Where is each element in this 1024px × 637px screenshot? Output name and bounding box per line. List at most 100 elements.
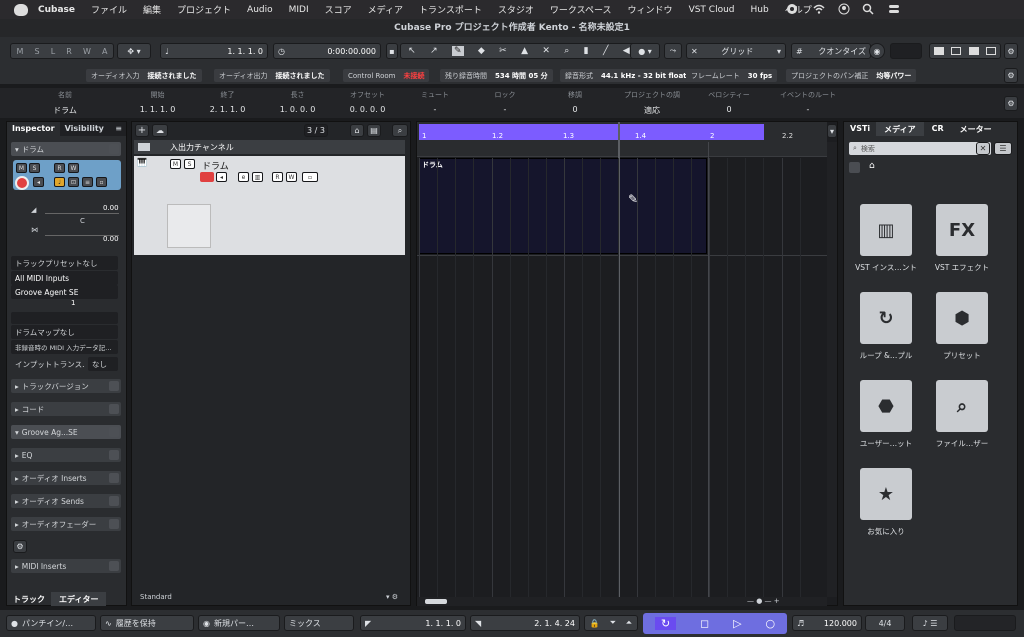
drum-event[interactable]: ドラム [419, 158, 707, 254]
control-center-icon[interactable] [888, 3, 900, 15]
track-search-icon[interactable]: ⌕ [392, 124, 408, 137]
play-tool-icon[interactable]: ◀ [623, 46, 630, 56]
tab-vsti[interactable]: VSTi [844, 122, 876, 136]
user-account-icon[interactable] [838, 3, 850, 15]
info-end[interactable]: 終了 2. 1. 1. 0 [195, 90, 260, 114]
info-settings-icon[interactable]: ⚙ [1004, 96, 1018, 111]
info-velocity[interactable]: ベロシティー 0 [698, 90, 760, 114]
tab-inspector[interactable]: Inspector [7, 122, 60, 136]
menu-audio[interactable]: Audio [247, 5, 273, 15]
clear-search-icon[interactable]: ✕ [976, 142, 990, 155]
horizontal-scrollbar[interactable]: — ● — + [417, 597, 827, 606]
menu-transport[interactable]: トランスポート [419, 3, 482, 16]
edit-instrument-icon[interactable] [109, 144, 119, 154]
range-select-icon[interactable]: ↗ [430, 46, 438, 56]
layout-left-icon[interactable] [933, 47, 944, 55]
zoom-tool-icon[interactable]: ⌕ [564, 46, 569, 56]
menu-score[interactable]: スコア [325, 3, 352, 16]
menu-hub[interactable]: Hub [751, 5, 769, 15]
add-track-using-preset-icon[interactable]: ☁ [152, 124, 168, 137]
track-visibility-icon[interactable]: ⌂ [350, 124, 364, 137]
marker-icon[interactable]: ⏶ [626, 618, 632, 628]
section-eq[interactable]: ▸ EQ [11, 448, 121, 462]
input-transform-dropdown[interactable]: なし [88, 357, 118, 371]
quantize-button[interactable]: # クオンタイズ [791, 43, 871, 59]
track-list-options-icon[interactable]: ▤ [367, 124, 381, 137]
status-record-format[interactable]: 録音形式 44.1 kHz - 32 bit float [560, 69, 692, 82]
track-instrument-button[interactable]: ▥ [252, 172, 263, 182]
grid-dropdown[interactable]: ✕ グリッド ▾ [686, 43, 786, 59]
menu-midi[interactable]: MIDI [289, 5, 309, 15]
info-lock[interactable]: ロック - [470, 90, 540, 114]
record-icon[interactable]: ○ [765, 617, 775, 630]
menu-app[interactable]: Cubase [38, 5, 75, 15]
section-audio-fader[interactable]: ▸ オーディオフェーダー [11, 517, 121, 531]
tab-meter[interactable]: メーター [952, 122, 1000, 136]
track-preset-field[interactable]: トラックプリセットなし [11, 256, 118, 270]
drum-track[interactable]: 🎹 M S ドラム ◂ e ▥ R W ▫ [134, 156, 405, 255]
more-button[interactable]: ▫ [96, 177, 107, 187]
add-track-button[interactable]: + [135, 124, 149, 137]
info-transpose[interactable]: 移調 0 [545, 90, 605, 114]
erase-tool-icon[interactable]: ◆ [478, 46, 485, 56]
media-search-input[interactable]: ⌕ 検索 [849, 142, 991, 155]
file-browser-tile[interactable]: ⌕ [936, 380, 988, 432]
section-chord[interactable]: ▸ コード [11, 402, 121, 416]
stop-icon[interactable]: ◻ [700, 617, 709, 630]
click-toggle-icon[interactable]: ♪ ☰ [912, 615, 948, 631]
auto-scroll-button[interactable]: ⤳ [664, 43, 682, 59]
presets-tile[interactable]: ⬢ [936, 292, 988, 344]
time-display[interactable]: ◷ 0:00:00.000 [273, 43, 381, 59]
section-track-versions[interactable]: ▸ トラックバージョン [11, 379, 121, 393]
split-tool-icon[interactable]: ✂ [499, 46, 507, 56]
track-edit-button[interactable]: e [238, 172, 249, 182]
solo-button[interactable]: S [29, 163, 40, 173]
track-monitor-button[interactable]: ◂ [216, 172, 227, 182]
read-automation-button[interactable]: R [54, 163, 65, 173]
tab-visibility[interactable]: Visibility [60, 122, 109, 136]
solo-all-button[interactable]: S [35, 47, 40, 56]
tab-track[interactable]: トラック [7, 592, 51, 606]
home-icon[interactable]: ⌂ [869, 161, 875, 171]
media-checkbox[interactable] [849, 162, 860, 173]
section-audio-inserts[interactable]: ▸ オーディオ Inserts [11, 471, 121, 485]
color-dropdown[interactable]: ● ▾ [630, 43, 660, 59]
tempo-display[interactable]: ♬ 120.000 [792, 615, 862, 631]
midi-channel-value[interactable]: 1 [71, 299, 75, 307]
lock-icon[interactable]: 🔒 [590, 619, 600, 628]
info-project-key[interactable]: プロジェクトの調 適応 [612, 90, 692, 116]
draw-tool-icon[interactable]: ✎ [451, 46, 464, 56]
punch-in-dropdown[interactable]: ● パンチイン/… [6, 615, 96, 631]
right-locator[interactable]: ◥ 2. 1. 4. 24 [470, 615, 580, 631]
info-name[interactable]: 名前 ドラム [20, 90, 110, 116]
object-select-icon[interactable]: ↖ [408, 46, 416, 56]
status-control-room[interactable]: Control Room 未接続 [343, 69, 430, 82]
midi-note-field[interactable]: 非録音時の MIDI 入力データ記… [11, 340, 118, 354]
comp-tool-icon[interactable]: ▮ [584, 46, 589, 56]
track-name[interactable]: ドラム [202, 159, 229, 172]
track-lanes-button[interactable]: ▫ [302, 172, 318, 182]
menu-project[interactable]: プロジェクト [177, 3, 231, 16]
midi-input-field[interactable]: All MIDI Inputs [11, 271, 118, 285]
section-midi-inserts[interactable]: ▸ MIDI Inserts [11, 559, 121, 573]
glue-tool-icon[interactable]: ▲ [521, 46, 528, 56]
menu-window[interactable]: ウィンドウ [628, 3, 673, 16]
line-tool-icon[interactable]: ╱ [603, 46, 608, 56]
write-button[interactable]: W [83, 47, 91, 56]
status-record-time[interactable]: 残り録音時間 534 時間 05 分 [440, 69, 553, 82]
list-view-icon[interactable]: ☰ [994, 142, 1012, 155]
status-pan-law[interactable]: プロジェクトのパン補正 均等パワー [786, 69, 917, 82]
tab-media[interactable]: メディア [876, 122, 924, 136]
vst-effects-tile[interactable]: FX [936, 204, 988, 256]
menu-edit[interactable]: 編集 [143, 3, 161, 16]
monitor-button[interactable]: ◂ [33, 177, 44, 187]
folder-track[interactable]: 入出力チャンネル [134, 140, 405, 154]
info-event-root[interactable]: イベントのルート - [768, 90, 848, 114]
zoom-slider[interactable]: — ● — + [747, 597, 780, 605]
automation-mode-dropdown[interactable]: ✥ ▾ [117, 43, 151, 59]
tool-toggle[interactable]: ▪ [386, 43, 398, 59]
info-length[interactable]: 長さ 1. 0. 0. 0 [265, 90, 330, 114]
status-audio-input[interactable]: オーディオ入力 接続されました [86, 69, 202, 82]
track-write-button[interactable]: W [286, 172, 297, 182]
menu-vstcloud[interactable]: VST Cloud [689, 5, 735, 15]
